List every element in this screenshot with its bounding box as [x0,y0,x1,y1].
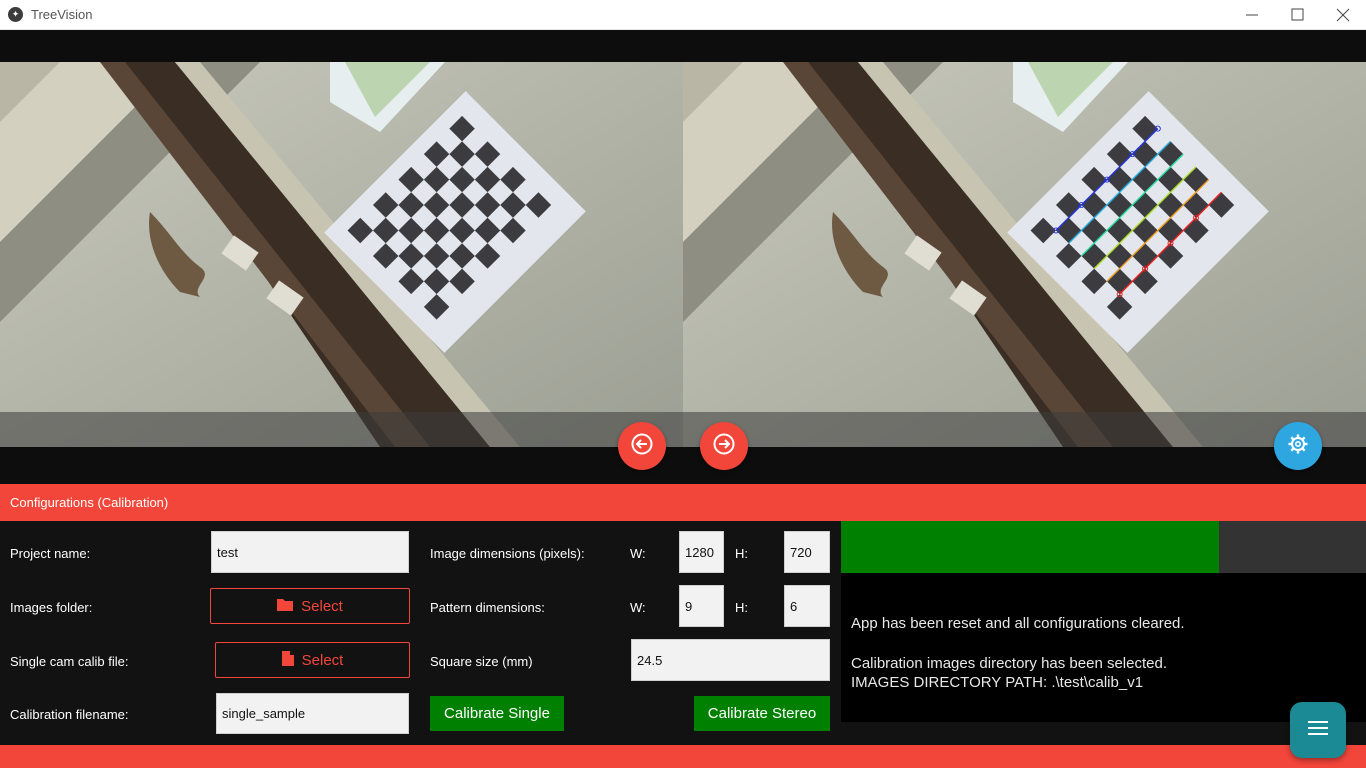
window-titlebar: ✦ TreeVision [0,0,1366,30]
top-spacer [0,30,1366,62]
window-title: TreeVision [31,7,93,22]
arrow-right-circle-icon [713,433,735,460]
right-camera-image [683,62,1366,447]
config-panel: Project name: Images folder: Select Sing… [0,521,840,745]
camera-overlay-strip [0,412,1366,447]
image-w-label: W: [630,546,646,561]
close-button[interactable] [1320,0,1366,30]
gear-icon [1287,433,1309,460]
calib-filename-input[interactable] [216,693,409,734]
menu-button[interactable] [1290,702,1346,758]
maximize-button[interactable] [1274,0,1320,30]
image-h-label: H: [735,546,748,561]
file-icon [281,650,294,670]
left-camera-image [0,62,683,447]
single-cam-select-label: Select [301,651,344,669]
square-size-label: Square size (mm) [430,654,533,669]
image-dims-label: Image dimensions (pixels): [430,546,585,561]
kivy-logo-icon: ✦ [8,7,23,22]
config-title: Configurations (Calibration) [10,495,169,510]
arrow-left-circle-icon [631,433,653,460]
image-height-input[interactable] [784,531,830,573]
pattern-h-label: H: [735,600,748,615]
calibrate-stereo-button[interactable]: Calibrate Stereo [694,696,830,731]
pattern-w-label: W: [630,600,646,615]
single-cam-select-button[interactable]: Select [215,642,410,678]
project-name-label: Project name: [10,546,91,561]
square-size-input[interactable] [631,639,830,681]
single-cam-label: Single cam calib file: [10,654,129,669]
minimize-button[interactable] [1229,0,1275,30]
hamburger-menu-icon [1308,720,1328,741]
image-width-input[interactable] [679,531,724,573]
log-line: App has been reset and all configuration… [851,615,1185,632]
project-name-input[interactable] [211,531,409,573]
images-folder-select-button[interactable]: Select [210,588,410,624]
pattern-height-input[interactable] [784,585,830,627]
images-folder-label: Images folder: [10,600,93,615]
settings-button[interactable] [1274,422,1322,470]
next-image-button[interactable] [700,422,748,470]
previous-image-button[interactable] [618,422,666,470]
calib-filename-label: Calibration filename: [10,707,129,722]
status-log: App has been reset and all configuration… [841,573,1366,722]
pattern-dims-label: Pattern dimensions: [430,600,545,615]
log-line: Calibration images directory has been se… [851,655,1168,672]
calibration-progress-bar [841,521,1366,573]
config-header: Configurations (Calibration) [0,484,1366,521]
status-log-footer [841,722,1366,745]
bottom-bar [0,745,1366,768]
progress-fill [841,521,1219,573]
images-folder-select-label: Select [301,597,343,615]
folder-icon [277,597,294,615]
camera-controls-bar [0,447,1366,484]
pattern-width-input[interactable] [679,585,724,627]
log-line: IMAGES DIRECTORY PATH: .\test\calib_v1 [851,674,1144,691]
calibrate-single-button[interactable]: Calibrate Single [430,696,564,731]
